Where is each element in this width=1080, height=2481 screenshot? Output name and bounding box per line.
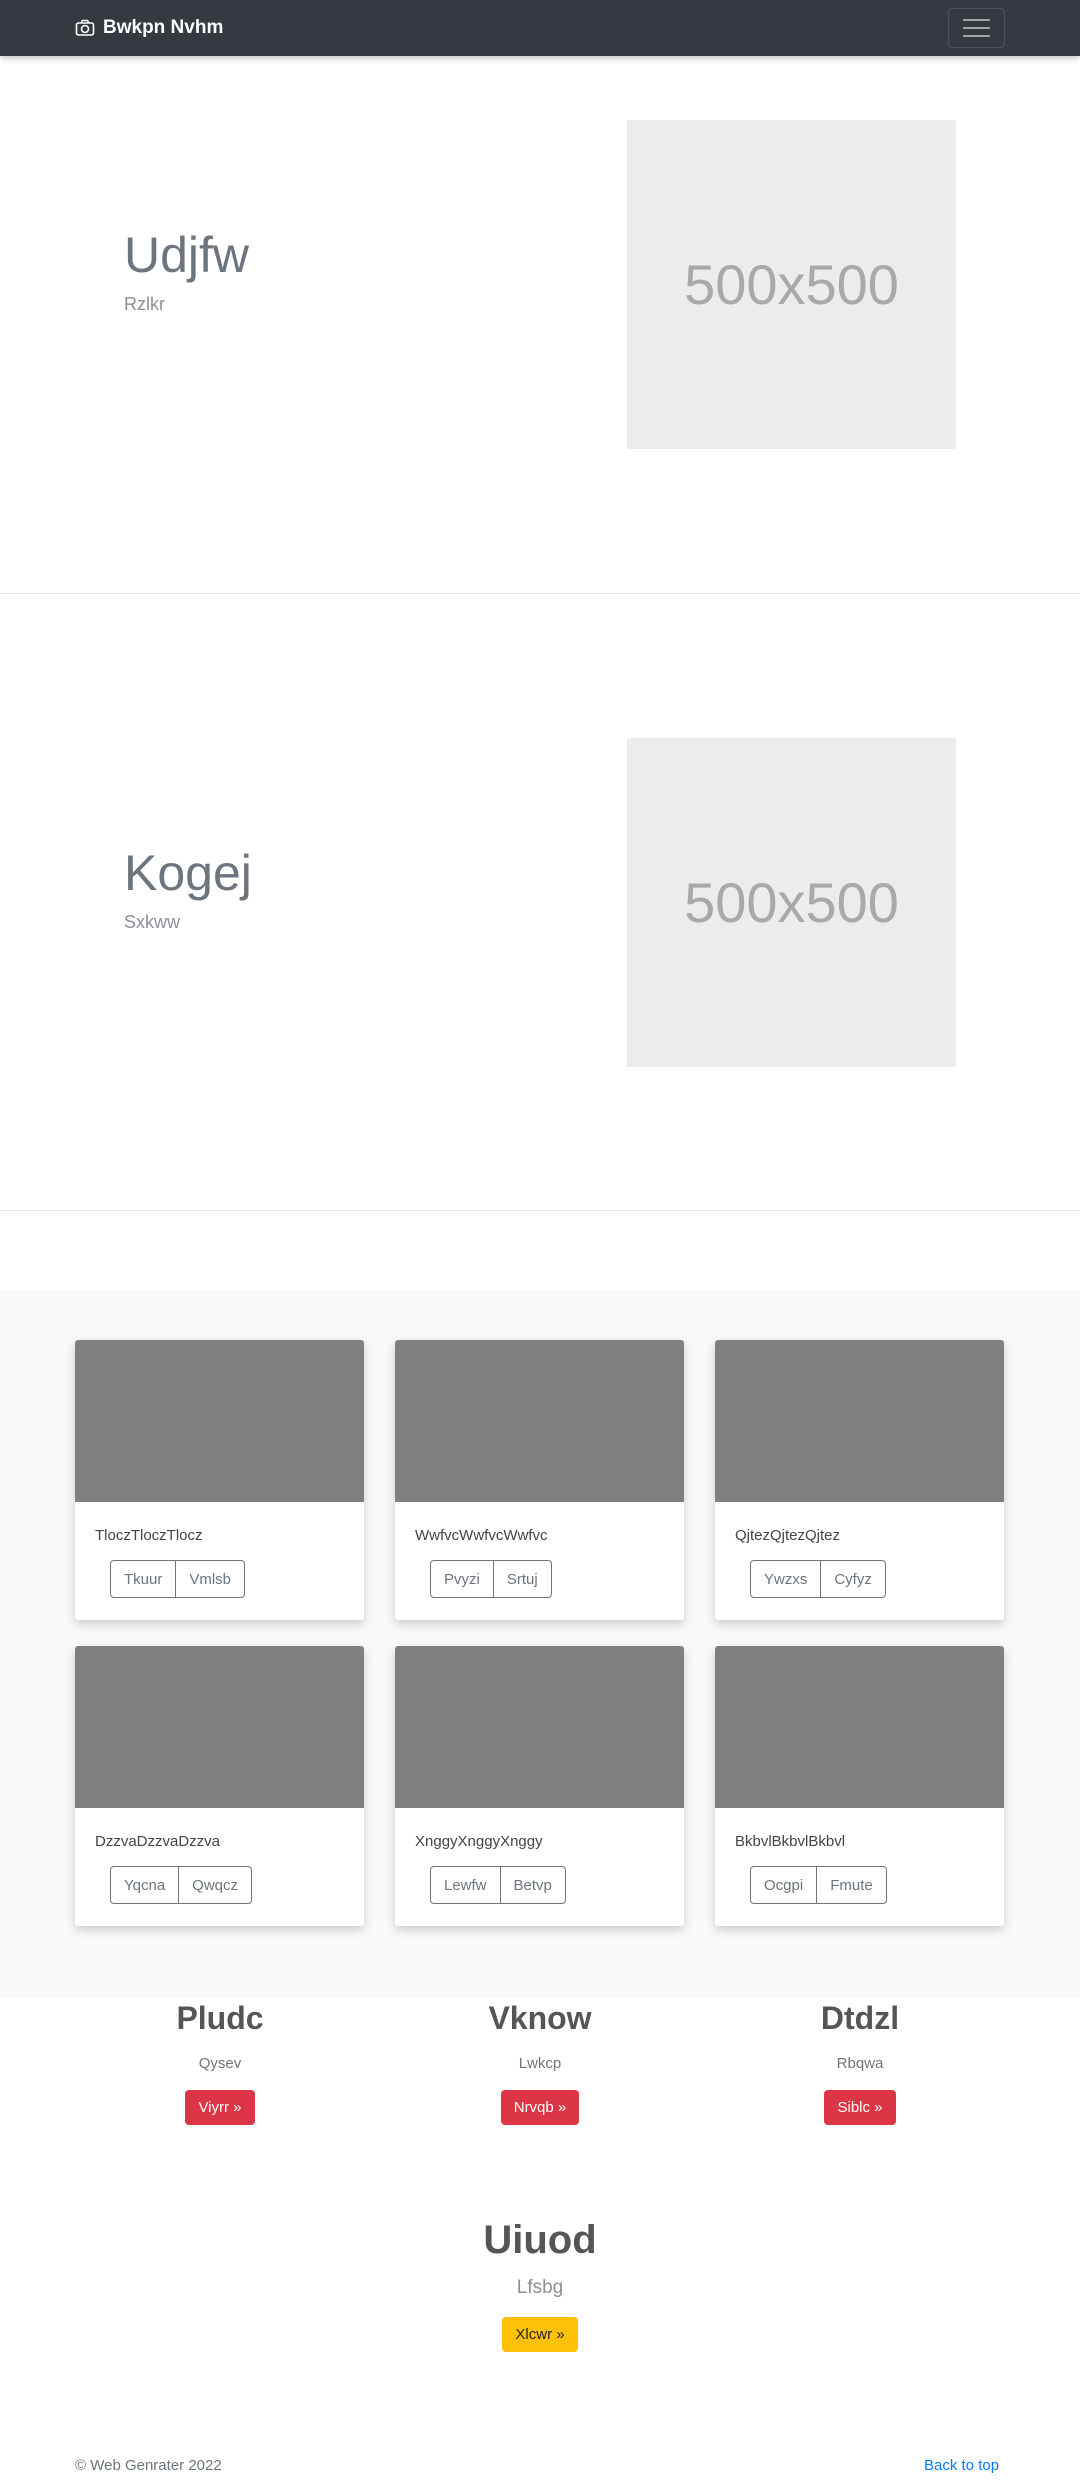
hero-title: Kogej: [124, 845, 252, 901]
card-button[interactable]: Pvyzi: [430, 1560, 494, 1598]
feature-text: Qysev: [198, 2055, 242, 2072]
card-image: [75, 1646, 364, 1808]
album-card: BkbvlBkbvlBkbvl Ocgpi Fmute: [715, 1646, 1004, 1926]
hero-section-1: Udjfw Rzlkr 500x500: [0, 56, 1080, 594]
hero-title: Udjfw: [124, 227, 250, 283]
feature-text: Lwkcp: [518, 2055, 562, 2072]
jumbotron-heading: Uiuod: [483, 2218, 597, 2262]
card-button[interactable]: Yqcna: [110, 1866, 180, 1904]
hero-section-2: Kogej Sxkww 500x500: [0, 594, 1080, 1211]
card-button-group: Ywzxs Cyfyz: [750, 1560, 886, 1598]
card-text: QjtezQjtezQjtez: [735, 1527, 841, 1544]
feature-column: Dtdzl Rbqwa Siblc »: [700, 2000, 1020, 2125]
hamburger-icon-line: [963, 35, 990, 37]
card-button[interactable]: Ywzxs: [750, 1560, 822, 1598]
album-card: DzzvaDzzvaDzzva Yqcna Qwqcz: [75, 1646, 364, 1926]
album-card: TloczTloczTlocz Tkuur Vmlsb: [75, 1340, 364, 1620]
back-to-top-link[interactable]: Back to top: [924, 2457, 999, 2474]
album-card: XnggyXnggyXnggy Lewfw Betvp: [395, 1646, 684, 1926]
hero-image-placeholder: 500x500: [627, 738, 956, 1067]
jumbotron-button[interactable]: Xlcwr »: [502, 2317, 578, 2352]
card-button-group: Pvyzi Srtuj: [430, 1560, 552, 1598]
card-button[interactable]: Lewfw: [430, 1866, 501, 1904]
card-button[interactable]: Tkuur: [110, 1560, 177, 1598]
brand-link[interactable]: Bwkpn Nvhm: [75, 0, 223, 56]
feature-text: Rbqwa: [836, 2055, 884, 2072]
card-text: TloczTloczTlocz: [95, 1527, 203, 1544]
navbar: Bwkpn Nvhm: [0, 0, 1080, 56]
placeholder-label: 500x500: [684, 871, 899, 934]
card-button[interactable]: Ocgpi: [750, 1866, 818, 1904]
card-text: DzzvaDzzvaDzzva: [95, 1833, 221, 1850]
feature-heading: Pludc: [176, 2000, 264, 2036]
camera-icon: [75, 19, 95, 36]
footer-copyright: © Web Genrater 2022: [75, 2457, 222, 2474]
card-button-group: Yqcna Qwqcz: [110, 1866, 252, 1904]
album-card: WwfvcWwfvcWwfvc Pvyzi Srtuj: [395, 1340, 684, 1620]
hamburger-icon: [963, 19, 990, 21]
feature-button[interactable]: Nrvqb »: [500, 2090, 580, 2125]
card-image: [715, 1646, 1004, 1808]
card-text: WwfvcWwfvcWwfvc: [415, 1527, 548, 1544]
feature-column: Pludc Qysev Viyrr »: [60, 2000, 380, 2125]
card-image: [395, 1340, 684, 1502]
card-button[interactable]: Vmlsb: [176, 1560, 246, 1598]
card-button[interactable]: Cyfyz: [821, 1560, 886, 1598]
feature-heading: Vknow: [488, 2000, 592, 2036]
card-text: BkbvlBkbvlBkbvl: [735, 1833, 846, 1850]
card-image: [395, 1646, 684, 1808]
feature-button[interactable]: Siblc »: [824, 2090, 896, 2125]
card-button[interactable]: Qwqcz: [179, 1866, 252, 1904]
album-card: QjtezQjtezQjtez Ywzxs Cyfyz: [715, 1340, 1004, 1620]
feature-button[interactable]: Viyrr »: [185, 2090, 255, 2125]
card-button[interactable]: Srtuj: [493, 1560, 552, 1598]
card-button-group: Lewfw Betvp: [430, 1866, 566, 1904]
card-image: [715, 1340, 1004, 1502]
hero-subtitle: Sxkww: [124, 912, 181, 932]
card-image: [75, 1340, 364, 1502]
hero-image-placeholder: 500x500: [627, 120, 956, 449]
card-text: XnggyXnggyXnggy: [415, 1833, 543, 1850]
hero-subtitle: Rzlkr: [124, 294, 165, 314]
card-button[interactable]: Betvp: [500, 1866, 566, 1904]
album-section: TloczTloczTlocz Tkuur Vmlsb WwfvcWwfvcWw…: [0, 1291, 1080, 1998]
navbar-toggle-button[interactable]: [948, 8, 1005, 48]
jumbotron: Uiuod Lfsbg Xlcwr »: [0, 2218, 1080, 2352]
jumbotron-text: Lfsbg: [516, 2277, 564, 2298]
card-button[interactable]: Fmute: [817, 1866, 887, 1904]
brand-name: Bwkpn Nvhm: [103, 17, 224, 38]
feature-heading: Dtdzl: [820, 2000, 900, 2036]
placeholder-label: 500x500: [684, 253, 899, 316]
card-button-group: Ocgpi Fmute: [750, 1866, 887, 1904]
hamburger-icon-line: [963, 27, 990, 29]
card-button-group: Tkuur Vmlsb: [110, 1560, 246, 1598]
feature-column: Vknow Lwkcp Nrvqb »: [380, 2000, 700, 2125]
